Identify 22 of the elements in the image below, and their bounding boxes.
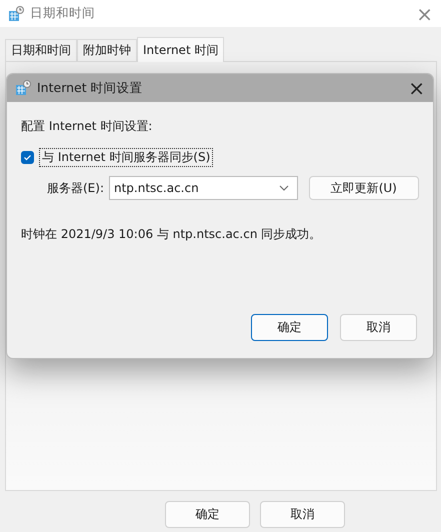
- check-icon: [23, 153, 32, 162]
- dialog-title: Internet 时间设置: [37, 80, 144, 96]
- update-now-button[interactable]: 立即更新(U): [308, 176, 419, 200]
- tab[interactable]: Internet 时间: [137, 37, 224, 62]
- tab[interactable]: 日期和时间: [5, 39, 77, 61]
- chevron-down-icon: [278, 185, 289, 191]
- close-button[interactable]: ×: [408, 78, 425, 98]
- window-title: 日期和时间: [30, 5, 96, 22]
- checkbox[interactable]: [21, 151, 34, 164]
- server-dropdown[interactable]: ntp.ntsc.ac.cn: [109, 176, 298, 200]
- status-text: 时钟在 2021/9/3 10:06 与 ntp.ntsc.ac.cn 同步成功。: [21, 226, 322, 243]
- checkbox-label[interactable]: 与 Internet 时间服务器同步(S): [40, 149, 212, 166]
- heading-text: 配置 Internet 时间设置:: [21, 118, 154, 135]
- server-label: 服务器(E):: [47, 180, 104, 196]
- cancel-button[interactable]: 取消: [340, 314, 417, 341]
- tab[interactable]: 附加时钟: [77, 39, 137, 61]
- ok-button[interactable]: 确定: [251, 314, 328, 341]
- ok-button[interactable]: 确定: [165, 501, 250, 528]
- calendar-clock-icon: [15, 80, 31, 96]
- cancel-button[interactable]: 取消: [260, 501, 345, 528]
- calendar-clock-icon: [8, 6, 24, 22]
- close-button[interactable]: ×: [416, 4, 433, 24]
